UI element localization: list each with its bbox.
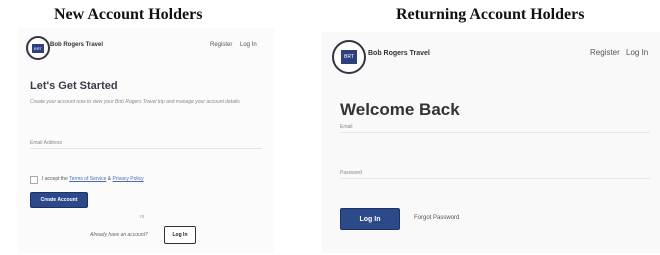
logo-badge: BRT (341, 50, 357, 64)
nav-login-link[interactable]: Log In (626, 48, 648, 57)
brand-logo[interactable]: BRT (332, 40, 366, 74)
nav-login-link[interactable]: Log In (240, 42, 257, 48)
page-title: Let's Get Started (30, 80, 118, 92)
brand-name: Bob Rogers Travel (368, 50, 430, 57)
privacy-policy-link[interactable]: Privacy Policy (113, 176, 144, 182)
page-title: Welcome Back (340, 100, 460, 119)
or-divider-text: or (140, 214, 145, 220)
login-panel: BRT Bob Rogers Travel Register Log In We… (322, 32, 660, 253)
returning-account-holders-heading: Returning Account Holders (396, 6, 585, 23)
email-field-label: Email Address (30, 140, 62, 146)
terms-and: & (107, 176, 112, 182)
forgot-password-link[interactable]: Forgot Password (414, 215, 459, 221)
logo-badge: BRT (32, 43, 44, 53)
terms-label: I accept the Terms of Service & Privacy … (42, 176, 144, 182)
already-have-account-text: Already have an account? (90, 232, 148, 238)
login-button[interactable]: Log In (340, 208, 400, 230)
email-field[interactable] (30, 148, 262, 149)
create-account-button[interactable]: Create Account (30, 192, 88, 208)
nav-register-link[interactable]: Register (590, 48, 620, 57)
terms-prefix: I accept the (42, 176, 68, 182)
signup-description: Create your account now to view your Bob… (30, 99, 240, 105)
email-field[interactable] (340, 132, 650, 133)
new-account-holders-heading: New Account Holders (54, 6, 203, 23)
brand-name: Bob Rogers Travel (50, 42, 104, 48)
nav-register-link[interactable]: Register (210, 42, 232, 48)
terms-checkbox[interactable] (30, 176, 38, 184)
email-field-label: Email (340, 124, 353, 130)
password-field-label: Password (340, 170, 362, 176)
brand-logo[interactable]: BRT (26, 36, 50, 60)
terms-of-service-link[interactable]: Terms of Service (69, 176, 106, 182)
signup-login-button[interactable]: Log In (164, 226, 196, 244)
signup-panel: BRT Bob Rogers Travel Register Log In Le… (18, 28, 274, 253)
password-field[interactable] (340, 178, 650, 179)
